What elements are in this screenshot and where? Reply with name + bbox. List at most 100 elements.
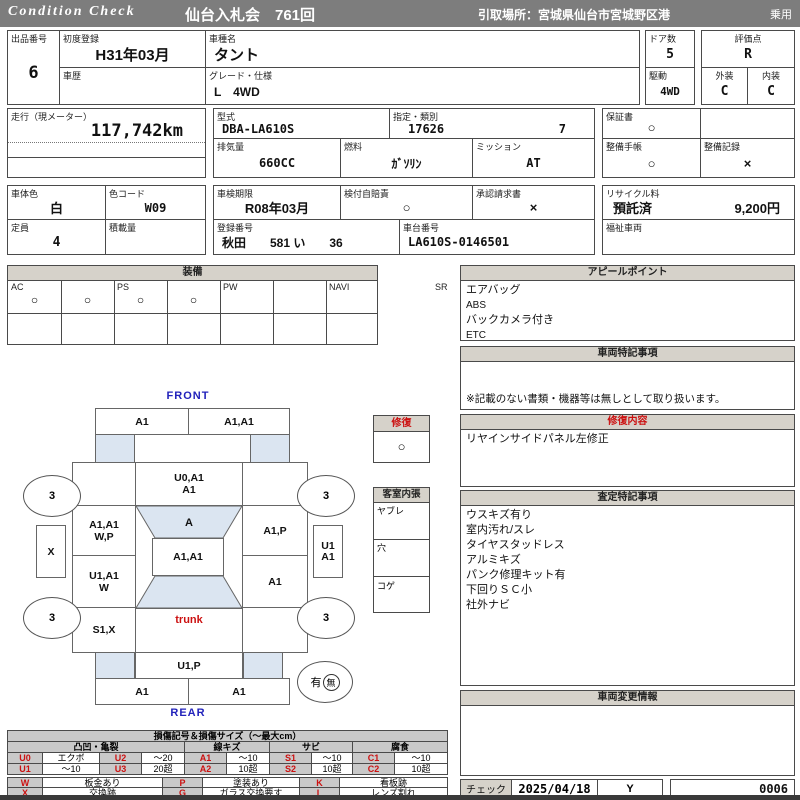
equipment-lhd: 左ﾊﾝﾄﾞﾙ — [326, 281, 679, 313]
damage-diagram: FRONT A1 A1,A1 A1,A1 W,P U1,A1 W S1,X U0… — [0, 388, 455, 733]
pickup-location: 引取場所：宮城県仙台市宮城野区港 — [478, 8, 671, 22]
bottom-bar — [0, 795, 800, 800]
repair-item: リヤインサイドパネル左修正 — [466, 433, 609, 445]
recycle-amount-value: 9,200円 — [734, 201, 780, 216]
interior-score-cell: 内装 C — [747, 67, 795, 105]
vehicle-special-notes-title: 車両特記事項 — [461, 347, 794, 362]
repair-details-title: 修復内容 — [461, 415, 794, 430]
model-name-value: タント — [214, 46, 260, 64]
score-cell: 評価点 R — [701, 30, 795, 68]
repair-details-body: リヤインサイドパネル左修正 — [461, 430, 794, 486]
lot-number-value: 6 — [28, 62, 39, 83]
appeal-points-title: アピールポイント — [461, 266, 794, 281]
panel-left-side-strip: X — [36, 525, 66, 578]
maintenance-record-value: × — [743, 155, 752, 171]
panel-rear-left-corner — [95, 652, 135, 679]
welfare-vehicle-cell: 福祉車両 — [602, 219, 795, 255]
insurance-value: ○ — [402, 200, 411, 215]
cabin-interior-tear: ヤブレ — [374, 503, 429, 540]
color-code-value: W09 — [144, 200, 167, 215]
body-color-value: 白 — [49, 201, 63, 216]
equipment-ac: AC ○ — [8, 281, 62, 313]
legend-code: U1 — [7, 763, 43, 775]
tire-front-right: 3 — [297, 475, 355, 517]
panel-rear-right-corner — [243, 652, 283, 679]
divider — [8, 142, 205, 143]
repair-details-panel: 修復内容 リヤインサイドパネル左修正 — [460, 414, 795, 487]
panel-left-rear-door: U1,A1 W — [72, 555, 136, 608]
approval-request-cell: 承認請求書 × — [472, 185, 595, 220]
repair-flag-title: 修復 — [374, 416, 429, 432]
class-value: 7 — [390, 119, 594, 138]
appeal-item: バックカメラ付き — [466, 314, 554, 326]
equipment-navi: NAVI ○ — [167, 281, 349, 313]
maintenance-record-cell: 整備記録 × — [700, 138, 795, 178]
vehicle-change-info-title: 車両変更情報 — [461, 691, 794, 706]
exterior-score-value: C — [720, 83, 729, 99]
panel-front-bumper-right: A1,A1 — [188, 408, 290, 435]
panel-rear-bumper-upper: U1,P — [135, 652, 243, 679]
capacity-cell: 定員 4 — [7, 219, 106, 255]
panel-rear-bumper-right: A1 — [188, 678, 290, 705]
header-bar: Condition Check 仙台入札会 761回 引取場所：宮城県仙台市宮城… — [0, 0, 800, 27]
first-registration-cell: 初度登録 H31年03月 — [59, 30, 206, 68]
equipment-ps: PS ○ — [61, 281, 129, 313]
vehicle-change-info-panel: 車両変更情報 — [460, 690, 795, 776]
equipment-pw: PW ○ — [114, 281, 238, 313]
panel-hood: U0,A1 A1 — [135, 462, 243, 506]
spare-tire-indicator: 有無 — [297, 661, 353, 703]
panel-left-front-door: A1,A1 W,P — [72, 505, 136, 556]
drive-value: 4WD — [660, 84, 680, 98]
panel-right-front-door: A1,P — [242, 505, 308, 556]
first-registration-value: H31年03月 — [95, 46, 170, 64]
panel-windshield: A — [135, 505, 243, 539]
assessment-notes-title: 査定特記事項 — [461, 491, 794, 506]
cabin-interior-burn: コゲ — [377, 581, 396, 591]
panel-front-bumper-left: A1 — [95, 408, 189, 435]
load-capacity-value — [106, 230, 205, 254]
insurance-cell: 検付自賠責 ○ — [340, 185, 473, 220]
empty-cell — [700, 108, 795, 139]
panel-rear-bumper-left: A1 — [95, 678, 189, 705]
car-history-cell: 車歴 — [59, 67, 206, 105]
registration-number-cell: 登録番号 秋田 581 い 36 — [213, 219, 400, 255]
disclaimer-note: ※記載のない書類・機器等は無しとして取り扱います。 — [466, 393, 726, 405]
lot-number-cell: 出品番号 6 — [7, 30, 60, 105]
mileage-cell: 走行（現メーター） 117,742km — [7, 108, 206, 178]
assessment-item: ウスキズ有り — [466, 509, 532, 521]
panel-left-front-fender — [72, 462, 136, 506]
auction-condition-sheet: Condition Check 仙台入札会 761回 引取場所：宮城県仙台市宮城… — [0, 0, 800, 800]
designation-class-cell: 指定・類別 17626 7 — [389, 108, 595, 139]
grade-value: L 4WD — [214, 84, 260, 99]
equipment-row: AC ○ PS○ PW○ NAVI○ SR 革 左ﾊﾝﾄﾞﾙ — [8, 281, 679, 314]
brand-logo: Condition Check — [8, 4, 136, 19]
registration-number-value: 秋田 581 い 36 — [222, 235, 343, 250]
body-color-cell: 車体色 白 — [7, 185, 106, 220]
equipment-table: 装備 AC ○ PS○ PW○ NAVI○ SR 革 左ﾊﾝﾄﾞﾙ — [7, 265, 679, 345]
assessment-item: パンク修理キット有 — [466, 569, 566, 581]
legend-code: C2 — [353, 763, 395, 775]
assessment-item: 下回りＳＣ小 — [466, 584, 532, 596]
class-number: 7 — [558, 121, 566, 136]
panel-front-left-corner — [95, 434, 135, 463]
equipment-empty-row — [8, 314, 377, 344]
panel-right-side-strip: U1 A1 — [313, 525, 343, 578]
grade-cell: グレード・仕様 L 4WD — [205, 67, 640, 105]
equipment-title: 装備 — [8, 266, 377, 281]
cabin-interior-title: 客室内張 — [374, 488, 429, 503]
spare-none-selected: 無 — [322, 673, 340, 691]
assessment-item: タイヤスタッドレス — [466, 539, 565, 551]
exterior-score-cell: 外装 C — [701, 67, 748, 105]
legend-desc: 10超 — [395, 763, 448, 775]
tire-rear-right: 3 — [297, 597, 355, 639]
interior-score-value: C — [767, 83, 775, 99]
equipment-ac-label: AC — [11, 282, 24, 292]
repair-flag-box: 修復 ○ — [373, 415, 430, 463]
equipment-sr: SR — [220, 281, 448, 313]
legend-code: S2 — [270, 763, 312, 775]
fuel-cell: 燃料 ｶﾞｿﾘﾝ — [340, 138, 473, 178]
model-name-cell: 車種名 タント — [205, 30, 640, 68]
appeal-item: エアバッグ — [466, 284, 521, 296]
warranty-value: ○ — [647, 120, 656, 135]
maintenance-book-cell: 整備手帳 ○ — [602, 138, 701, 178]
